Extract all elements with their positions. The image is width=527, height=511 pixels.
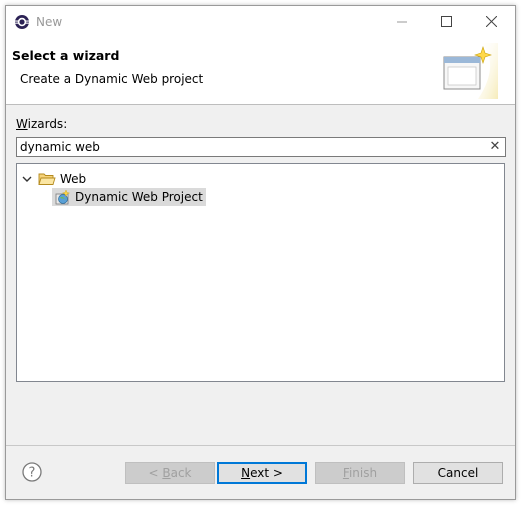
page-title: Select a wizard	[12, 48, 120, 63]
cancel-button[interactable]: Cancel	[413, 462, 503, 484]
back-button-label: ack	[170, 466, 192, 480]
finish-button[interactable]: Finish	[315, 462, 405, 484]
next-button[interactable]: Next >	[217, 462, 307, 484]
next-button-label: ext >	[250, 466, 283, 480]
back-button-mnemonic: B	[162, 466, 171, 480]
clear-filter-icon[interactable]: ✕	[488, 139, 502, 155]
selection-highlight: Dynamic Web Project	[52, 187, 206, 206]
folder-icon	[38, 173, 56, 185]
wizards-label-mnemonic: W	[16, 117, 28, 131]
maximize-button[interactable]	[424, 6, 469, 37]
next-button-mnemonic: N	[241, 466, 251, 480]
dynamic-web-project-icon	[55, 188, 71, 204]
minimize-icon	[396, 21, 407, 22]
back-button-prefix: <	[148, 466, 163, 480]
back-button[interactable]: < Back	[125, 462, 215, 484]
title-bar[interactable]: New	[6, 6, 515, 37]
minimize-button[interactable]	[379, 6, 424, 37]
finish-button-label: inish	[348, 466, 378, 480]
help-icon[interactable]: ?	[22, 462, 42, 482]
wizard-tree[interactable]: Web Dynamic Web Project	[16, 163, 505, 382]
wizards-label: Wizards:	[16, 117, 67, 131]
tree-item-label: Dynamic Web Project	[75, 189, 203, 204]
eclipse-app-icon	[15, 15, 29, 29]
maximize-icon	[441, 16, 452, 27]
tree-item-dynamic-web-project[interactable]: Dynamic Web Project	[52, 187, 206, 206]
tree-folder-web[interactable]: Web	[21, 170, 86, 187]
new-wizard-dialog: New Select a wizard Create a Dynamic Web…	[5, 5, 516, 500]
new-wizard-banner-icon	[443, 43, 498, 99]
button-bar-separator	[6, 445, 515, 446]
chevron-down-icon[interactable]	[21, 173, 33, 185]
close-icon	[486, 16, 497, 27]
svg-text:?: ?	[29, 466, 36, 481]
window-title: New	[36, 15, 63, 29]
page-description: Create a Dynamic Web project	[20, 72, 204, 86]
wizard-filter-input[interactable]	[16, 137, 506, 157]
tree-folder-label: Web	[60, 171, 87, 186]
wizard-header: Select a wizard Create a Dynamic Web pro…	[6, 37, 515, 105]
wizards-label-text: izards:	[27, 117, 68, 131]
close-button[interactable]	[469, 6, 514, 37]
